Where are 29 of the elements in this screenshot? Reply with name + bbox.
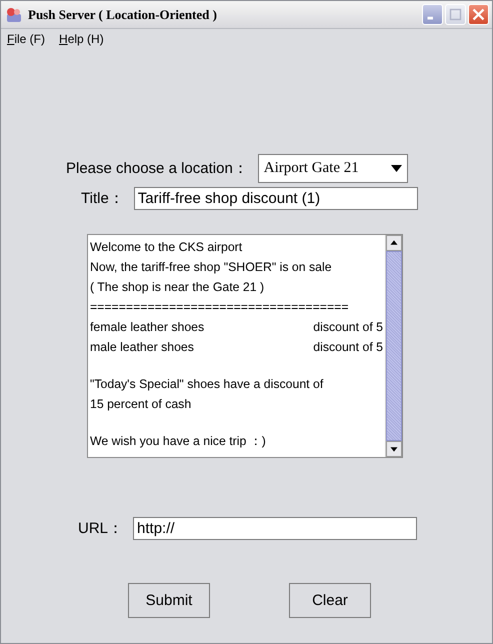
location-label: Please choose a location： <box>66 159 248 178</box>
minimize-button[interactable] <box>422 4 443 25</box>
scroll-up-icon[interactable] <box>386 235 402 251</box>
message-line: ==================================== <box>90 299 350 316</box>
title-label: Title： <box>81 189 124 208</box>
url-field[interactable]: http:// <box>133 517 418 540</box>
scroll-down-icon[interactable] <box>386 441 402 457</box>
window-title: Push Server ( Location-Oriented ) <box>28 6 218 22</box>
message-line: "Today's Special" shoes have a discount of <box>90 376 324 393</box>
title-field[interactable]: Tariff-free shop discount (1) <box>134 187 418 210</box>
item-discount: discount of 5 <box>313 319 383 336</box>
menu-item[interactable]: File (F) <box>7 32 46 48</box>
message-line: Welcome to the CKS airport <box>90 239 244 256</box>
app-icon <box>5 6 23 22</box>
message-line: We wish you have a nice trip ：) <box>90 433 267 450</box>
menu-item[interactable]: Help (H) <box>59 32 104 48</box>
message-line: Now, the tariff-free shop "SHOER" is on sale <box>90 259 333 276</box>
location-dropdown[interactable]: Airport Gate 21 <box>258 154 408 183</box>
scrollbar[interactable] <box>385 235 402 457</box>
action-button[interactable]: Submit <box>128 583 210 618</box>
item-discount: discount of 5 <box>313 339 383 356</box>
url-label: URL： <box>78 519 124 538</box>
caret-icon <box>390 165 402 172</box>
message-line: ( The shop is near the Gate 21 ) <box>90 279 266 296</box>
action-button[interactable]: Clear <box>289 583 371 618</box>
message-line: 15 percent of cash <box>90 396 192 413</box>
item-name: male leather shoes <box>90 339 194 356</box>
close-button[interactable] <box>468 4 489 25</box>
item-name: female leather shoes <box>90 319 204 336</box>
